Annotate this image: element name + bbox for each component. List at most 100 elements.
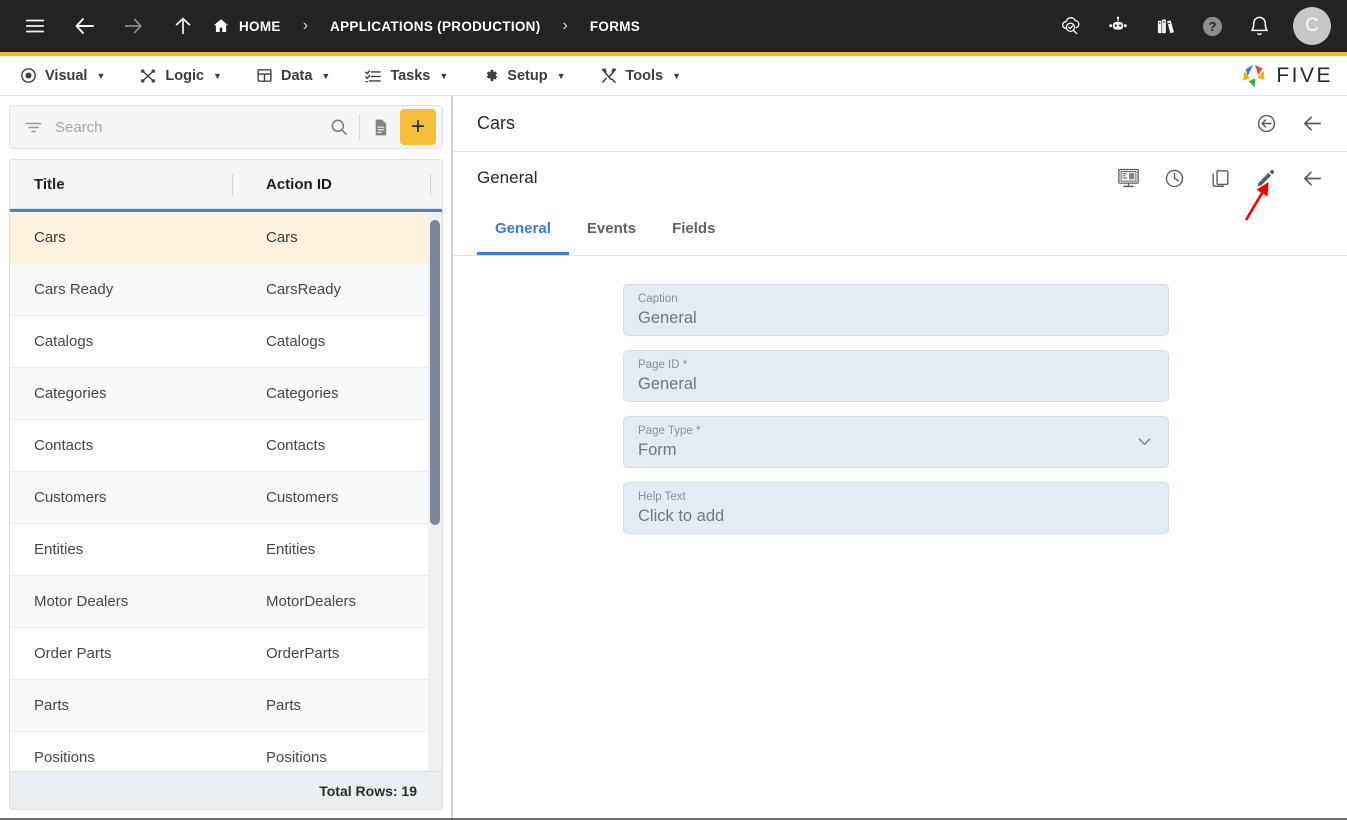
bell-icon[interactable]	[1240, 7, 1278, 45]
cell-action-id: Positions	[266, 749, 327, 766]
detail-header-actions	[1251, 109, 1327, 139]
table-row[interactable]: Parts Parts	[10, 680, 442, 732]
table-row[interactable]: Catalogs Catalogs	[10, 316, 442, 368]
table-row[interactable]: Cars Cars	[10, 212, 442, 264]
tab-general[interactable]: General	[477, 204, 569, 255]
duplicate-icon[interactable]	[1205, 163, 1235, 193]
hamburger-icon[interactable]	[16, 7, 54, 45]
help-text-field[interactable]: Help Text Click to add	[623, 482, 1169, 534]
page-id-field-value: General	[638, 375, 697, 393]
table-row[interactable]: Categories Categories	[10, 368, 442, 420]
page-id-field[interactable]: Page ID * General	[623, 350, 1169, 402]
cell-title: Cars	[34, 229, 66, 246]
caption-field-label: Caption	[638, 293, 678, 305]
chevron-down-icon: ▼	[213, 70, 222, 81]
chevron-down-icon[interactable]	[1135, 432, 1154, 456]
cloud-check-search-icon[interactable]	[1052, 7, 1090, 45]
books-icon[interactable]	[1146, 7, 1184, 45]
tools-icon	[600, 67, 618, 85]
cell-title: Motor Dealers	[34, 593, 129, 610]
menu-item-visual[interactable]: Visual ▼	[20, 67, 105, 84]
cell-action-id: Categories	[266, 385, 339, 402]
column-header-title[interactable]: Title	[10, 176, 242, 193]
add-record-button[interactable]: +	[400, 109, 436, 145]
menu-label-setup: Setup	[507, 67, 548, 84]
close-panel-arrow-icon[interactable]	[1297, 109, 1327, 139]
scrollbar-thumb[interactable]	[430, 220, 440, 525]
sub-header-actions	[1113, 163, 1327, 193]
nav-up-icon[interactable]	[164, 7, 202, 45]
table-icon	[256, 67, 273, 84]
menu-item-logic[interactable]: Logic ▼	[139, 67, 222, 85]
table-row[interactable]: Contacts Contacts	[10, 420, 442, 472]
brand-logo: FIVE	[1239, 61, 1333, 91]
caption-field-value: General	[638, 309, 697, 327]
table-row[interactable]: Customers Customers	[10, 472, 442, 524]
toolbar-divider	[359, 114, 360, 140]
table-row[interactable]: Cars Ready CarsReady	[10, 264, 442, 316]
column-header-action-id[interactable]: Action ID	[242, 176, 442, 193]
help-circle-icon[interactable]: ?	[1193, 7, 1231, 45]
table-row[interactable]: Motor Dealers MotorDealers	[10, 576, 442, 628]
vertical-scrollbar[interactable]	[428, 212, 442, 771]
nav-back-icon[interactable]	[66, 7, 104, 45]
cell-action-id: MotorDealers	[266, 593, 357, 610]
detail-panel: Cars General General Events Fields Capti…	[452, 96, 1347, 818]
cell-action-id: OrderParts	[266, 645, 340, 662]
breadcrumb-label-applications: APPLICATIONS (PRODUCTION)	[330, 18, 541, 34]
page-type-field-value: Form	[638, 441, 677, 459]
breadcrumb-item-forms[interactable]: FORMS	[590, 19, 640, 34]
grid-body: Cars Cars Cars Ready CarsReady Catalogs …	[10, 209, 442, 771]
brand-name: FIVE	[1276, 63, 1333, 87]
page-type-field[interactable]: Page Type * Form	[623, 416, 1169, 468]
sub-back-arrow-icon[interactable]	[1297, 163, 1327, 193]
form-preview-icon[interactable]	[1113, 163, 1143, 193]
chevron-down-icon: ▼	[96, 70, 106, 81]
top-nav-actions: ? C	[1052, 7, 1331, 45]
chevron-down-icon: ▼	[439, 70, 449, 81]
main-menu-bar: Visual ▼ Logic ▼ Data ▼ Tasks ▼ Setup ▼ …	[0, 56, 1347, 96]
records-grid: Title Action ID Cars Cars Cars Ready Car…	[9, 159, 443, 810]
caption-field[interactable]: Caption General	[623, 284, 1169, 336]
tab-fields[interactable]: Fields	[654, 204, 733, 255]
search-icon[interactable]	[324, 112, 354, 142]
tab-events[interactable]: Events	[569, 204, 654, 255]
cell-title: Cars Ready	[34, 281, 114, 298]
user-avatar[interactable]: C	[1293, 7, 1331, 45]
five-pinwheel-logo	[1239, 61, 1269, 91]
sub-panel-header: General	[453, 152, 1347, 204]
table-row[interactable]: Positions Positions	[10, 732, 442, 771]
edit-pencil-icon[interactable]	[1251, 163, 1281, 193]
gear-icon	[482, 67, 499, 84]
table-row[interactable]: Order Parts OrderParts	[10, 628, 442, 680]
history-clock-icon[interactable]	[1159, 163, 1189, 193]
back-circle-icon[interactable]	[1251, 109, 1281, 139]
document-icon[interactable]	[365, 112, 395, 142]
page-type-field-label: Page Type *	[638, 425, 701, 437]
form-area: Caption General Page ID * General Page T…	[453, 256, 1347, 818]
menu-label-data: Data	[280, 67, 313, 84]
search-bar: +	[9, 105, 443, 149]
menu-label-logic: Logic	[165, 67, 205, 84]
cell-action-id: Parts	[266, 697, 302, 714]
filter-icon[interactable]	[24, 118, 43, 137]
cell-action-id: CarsReady	[266, 281, 342, 298]
column-divider	[430, 174, 431, 196]
breadcrumb-item-applications[interactable]: APPLICATIONS (PRODUCTION)	[330, 19, 541, 34]
chevron-down-icon: ▼	[556, 70, 566, 81]
menu-item-tools[interactable]: Tools ▼	[600, 67, 681, 85]
breadcrumb-item-home[interactable]: HOME	[212, 17, 281, 35]
menu-item-data[interactable]: Data ▼	[256, 67, 330, 84]
menu-item-tasks[interactable]: Tasks ▼	[364, 67, 448, 85]
detail-panel-header: Cars	[453, 96, 1347, 152]
chevron-down-icon: ▼	[321, 70, 331, 81]
robot-chat-icon[interactable]	[1099, 7, 1137, 45]
breadcrumb-separator: ›	[302, 17, 309, 34]
search-input[interactable]	[43, 118, 324, 136]
menu-label-tools: Tools	[625, 67, 664, 84]
form-column: Caption General Page ID * General Page T…	[623, 284, 1169, 534]
table-row[interactable]: Entities Entities	[10, 524, 442, 576]
menu-item-setup[interactable]: Setup ▼	[482, 67, 566, 84]
nav-forward-icon[interactable]	[114, 7, 152, 45]
detail-tabs: General Events Fields	[453, 204, 1347, 256]
